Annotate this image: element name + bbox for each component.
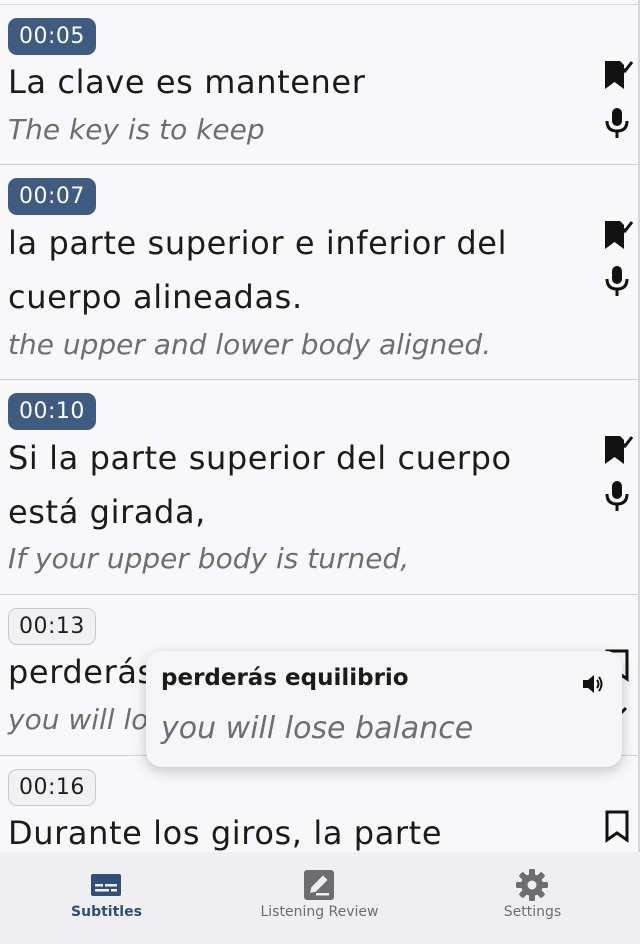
subtitle-entry[interactable]: 00:16 Durante los giros, la parte [0, 757, 638, 852]
timestamp-badge[interactable]: 00:05 [8, 18, 96, 55]
timestamp-badge[interactable]: 00:10 [8, 393, 96, 430]
subtitles-icon [91, 874, 121, 896]
subtitle-original[interactable]: La clave es mantener [8, 55, 578, 109]
popup-phrase: perderás equilibrio [161, 665, 409, 691]
tab-listening-review[interactable]: Listening Review [213, 852, 426, 944]
gear-icon [516, 869, 548, 901]
timestamp-badge[interactable]: 00:16 [8, 769, 96, 806]
subtitle-translation: The key is to keep [8, 113, 265, 146]
word-translation-popup[interactable]: perderás equilibrio you will lose balanc… [146, 651, 622, 767]
bookmark-icon[interactable] [600, 809, 634, 843]
bookmark-check-icon[interactable] [600, 433, 634, 467]
speaker-icon[interactable] [580, 671, 606, 697]
tab-label: Subtitles [71, 904, 142, 920]
tab-settings[interactable]: Settings [426, 852, 639, 944]
subtitle-entry[interactable]: 00:10 Si la parte superior del cuerpo es… [0, 381, 638, 595]
subtitle-entry[interactable]: 00:07 la parte superior e inferior del c… [0, 166, 638, 380]
top-divider [0, 0, 638, 5]
bottom-tab-bar: Subtitles Listening Review Settings [0, 852, 640, 944]
tab-subtitles[interactable]: Subtitles [0, 852, 213, 944]
subtitle-translation: the upper and lower body aligned. [8, 328, 492, 361]
subtitle-translation: If your upper body is turned, [8, 542, 410, 575]
microphone-icon[interactable] [600, 106, 634, 140]
tab-label: Settings [503, 904, 562, 920]
bookmark-check-icon[interactable] [600, 58, 634, 92]
subtitle-original[interactable]: Si la parte superior del cuerpo está gir… [8, 431, 578, 539]
bookmark-check-icon[interactable] [600, 218, 634, 252]
microphone-icon[interactable] [600, 264, 634, 298]
subtitle-entry[interactable]: 00:05 La clave es mantener The key is to… [0, 6, 638, 165]
subtitle-original[interactable]: la parte superior e inferior del cuerpo … [8, 216, 578, 324]
popup-translation: you will lose balance [161, 711, 474, 746]
tab-label: Listening Review [260, 904, 379, 920]
pencil-square-icon [304, 870, 334, 900]
timestamp-badge[interactable]: 00:13 [8, 608, 96, 645]
timestamp-badge[interactable]: 00:07 [8, 178, 96, 215]
microphone-icon[interactable] [600, 479, 634, 513]
